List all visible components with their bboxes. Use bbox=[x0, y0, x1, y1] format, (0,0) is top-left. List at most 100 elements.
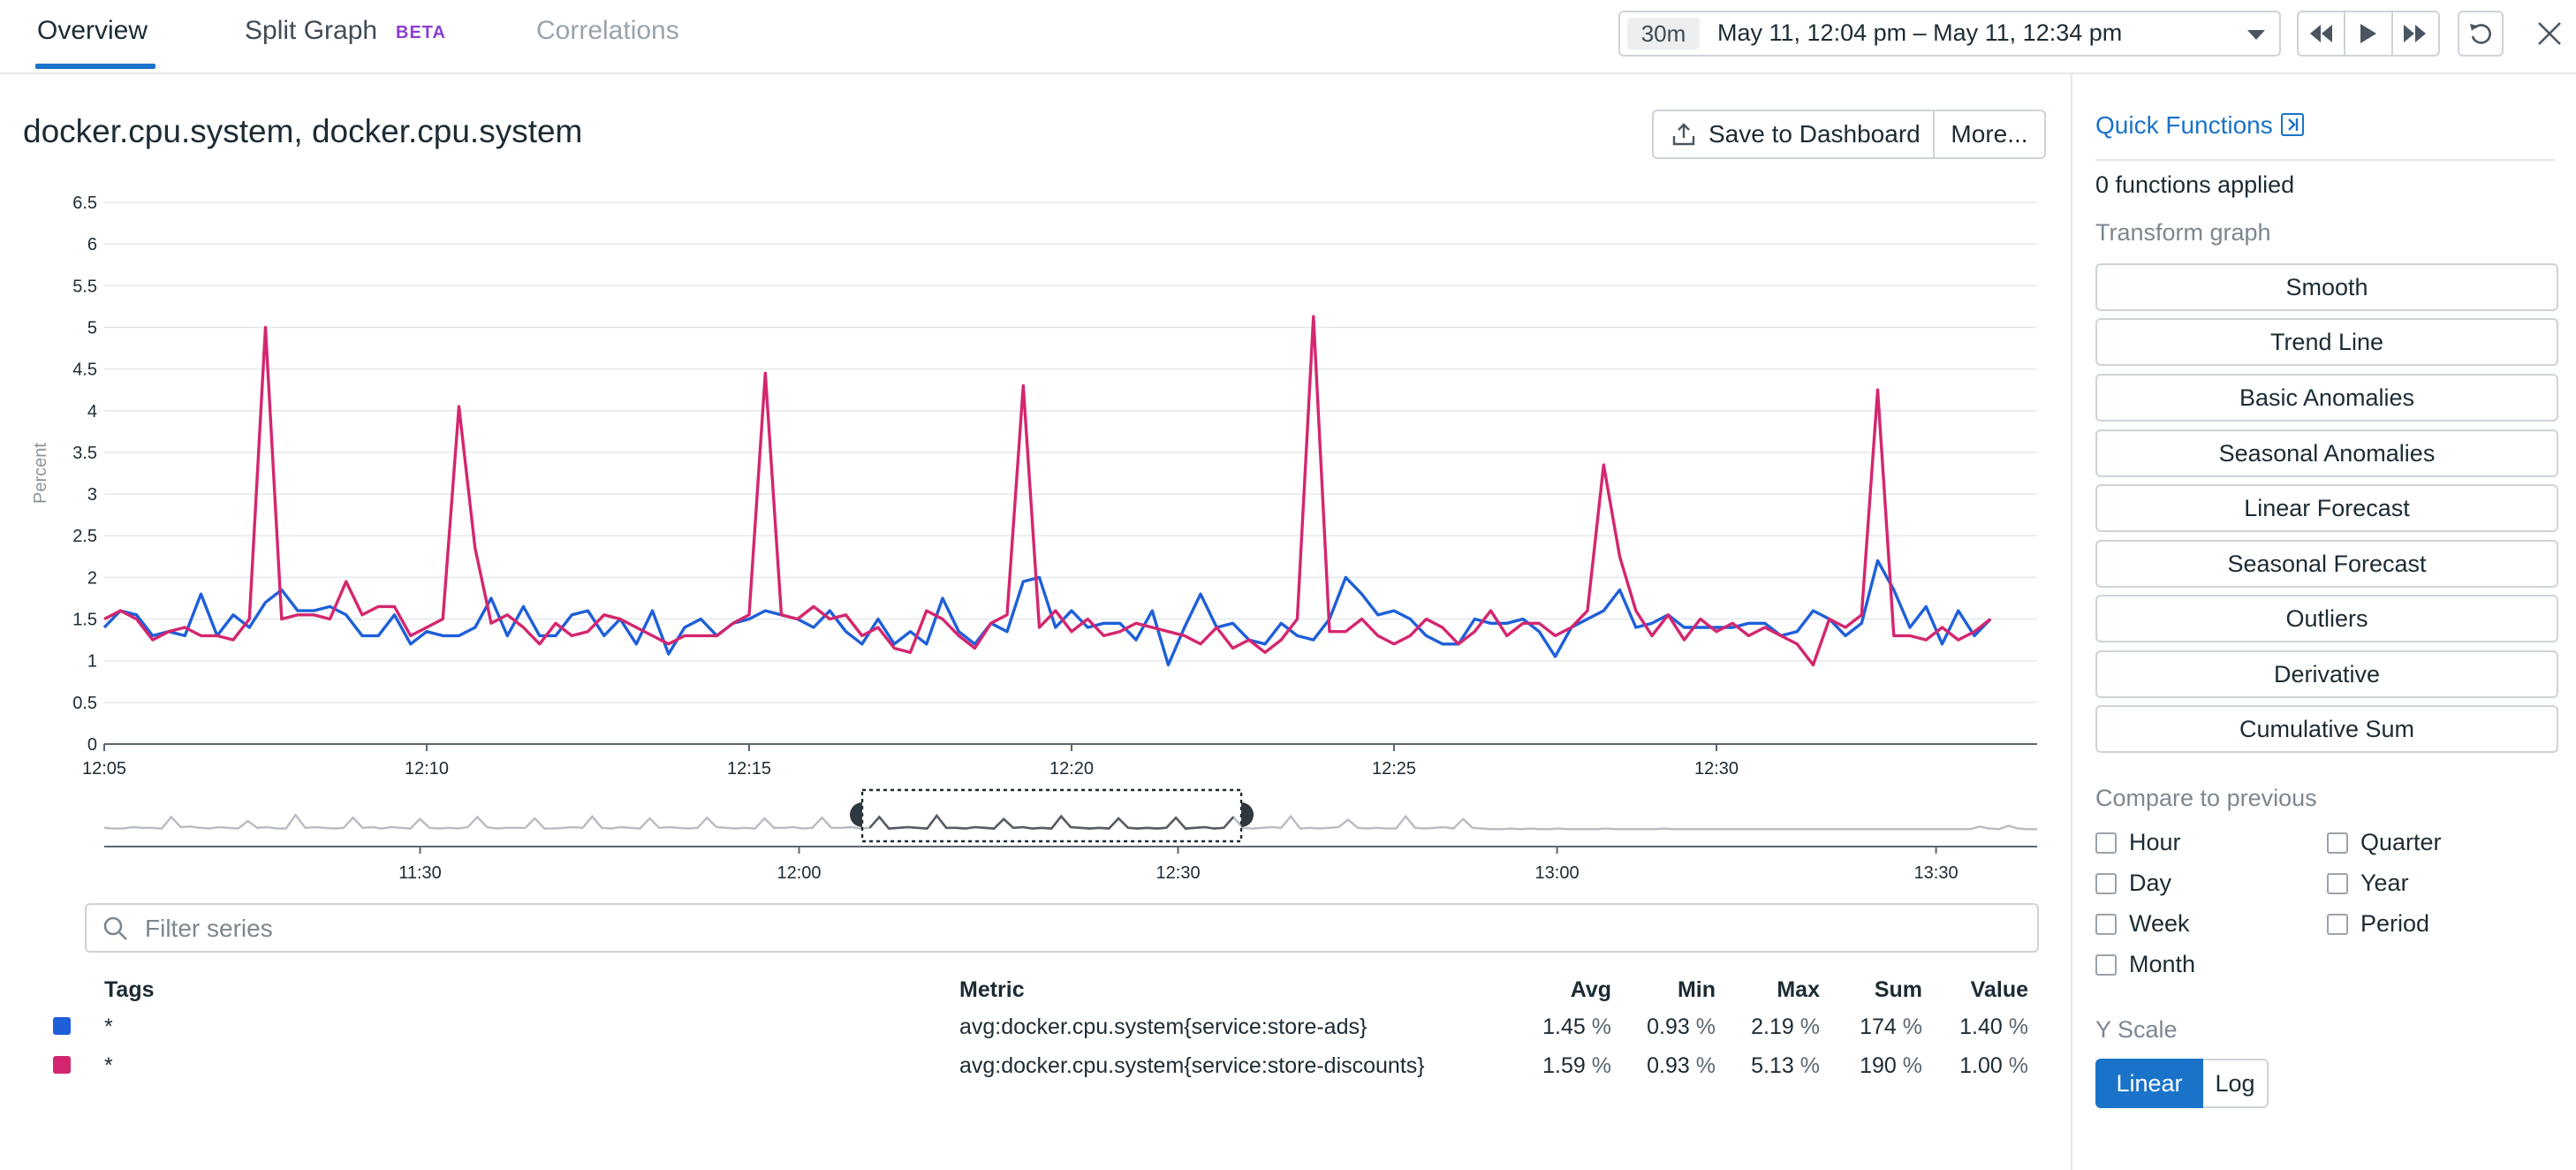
quick-functions-title[interactable]: Quick Functions bbox=[2095, 111, 2273, 140]
y-tick-label: 1.5 bbox=[72, 611, 97, 630]
y-tick-label: 6.5 bbox=[72, 194, 97, 213]
quick-functions-sidebar: Quick Functions 0 functions applied Tran… bbox=[2071, 72, 2576, 1170]
row-min: 0.93 bbox=[1647, 1014, 1690, 1039]
x-tick-label: 12:15 bbox=[727, 759, 771, 778]
function-seasonal-anomalies-button[interactable]: Seasonal Anomalies bbox=[2095, 429, 2558, 477]
compare-hour-label: Hour bbox=[2129, 829, 2181, 855]
overview-x-tick-label: 13:00 bbox=[1535, 863, 1580, 883]
y-scale-linear-button[interactable]: Linear bbox=[2095, 1059, 2203, 1108]
overview-x-tick-label: 13:30 bbox=[1914, 863, 1959, 883]
row-value: 1.00 bbox=[1959, 1053, 2003, 1078]
x-tick-label: 12:10 bbox=[405, 759, 449, 778]
header-sum[interactable]: Sum bbox=[1830, 977, 1922, 1003]
function-smooth-button[interactable]: Smooth bbox=[2095, 263, 2558, 311]
row-max: 5.13 bbox=[1751, 1053, 1794, 1078]
y-scale-toggle: Linear Log bbox=[2095, 1059, 2269, 1108]
checkbox-box[interactable] bbox=[2327, 872, 2348, 894]
filter-series-input[interactable] bbox=[143, 910, 2002, 947]
compare-week-checkbox[interactable]: Week bbox=[2095, 910, 2190, 938]
row-sum-unit: % bbox=[1902, 1053, 1922, 1078]
selection-handle-left[interactable] bbox=[850, 802, 863, 827]
series-color-swatch[interactable] bbox=[53, 1017, 71, 1035]
timeseries-chart[interactable]: 0 0.5 1 1.5 2 2.5 3 3.5 4 4.5 5 5.5 6 6.5 12:05 12:10 12… bbox=[0, 177, 2058, 778]
header-metric: Metric bbox=[959, 977, 1025, 1002]
x-tick-label: 12:30 bbox=[1694, 759, 1739, 778]
row-max-unit: % bbox=[1799, 1014, 1820, 1039]
play-button[interactable] bbox=[2345, 12, 2393, 55]
checkbox-box[interactable] bbox=[2095, 953, 2117, 976]
compare-year-checkbox[interactable]: Year bbox=[2327, 870, 2409, 897]
x-tick-label: 12:25 bbox=[1372, 759, 1416, 778]
selection-handle-right[interactable] bbox=[1241, 802, 1254, 827]
row-sum: 190 bbox=[1860, 1053, 1897, 1078]
play-icon bbox=[2360, 24, 2376, 43]
overview-x-tick-label: 12:30 bbox=[1156, 863, 1201, 883]
y-tick-label: 4.5 bbox=[72, 361, 97, 380]
compare-quarter-checkbox[interactable]: Quarter bbox=[2327, 829, 2442, 856]
function-seasonal-forecast-button[interactable]: Seasonal Forecast bbox=[2095, 540, 2558, 588]
compare-month-checkbox[interactable]: Month bbox=[2095, 951, 2195, 978]
y-scale-label: Y Scale bbox=[2095, 1016, 2178, 1043]
series-color-swatch[interactable] bbox=[53, 1056, 71, 1074]
y-tick-label: 2 bbox=[87, 568, 97, 588]
compare-hour-checkbox[interactable]: Hour bbox=[2095, 829, 2181, 856]
function-derivative-button[interactable]: Derivative bbox=[2095, 650, 2558, 698]
function-basic-anomalies-button[interactable]: Basic Anomalies bbox=[2095, 374, 2558, 422]
beta-badge: BETA bbox=[396, 23, 446, 42]
close-button[interactable] bbox=[2528, 12, 2571, 55]
filter-series[interactable] bbox=[85, 903, 2039, 953]
row-max-unit: % bbox=[1799, 1053, 1820, 1078]
upload-icon bbox=[1672, 123, 1695, 146]
checkbox-box[interactable] bbox=[2327, 832, 2348, 854]
more-button[interactable]: More... bbox=[1933, 110, 2046, 159]
tab-split-graph[interactable]: Split Graph bbox=[245, 16, 377, 46]
tab-overview[interactable]: Overview bbox=[37, 16, 148, 46]
function-linear-forecast-button[interactable]: Linear Forecast bbox=[2095, 484, 2558, 532]
save-to-dashboard-label: Save to Dashboard bbox=[1708, 120, 1921, 148]
function-outliers-button[interactable]: Outliers bbox=[2095, 595, 2558, 642]
selection-window[interactable] bbox=[860, 788, 1243, 843]
compare-month-label: Month bbox=[2129, 951, 2196, 977]
time-range-picker[interactable]: 30m May 11, 12:04 pm – May 11, 12:34 pm bbox=[1618, 11, 2281, 57]
chevron-down-icon[interactable] bbox=[2247, 30, 2265, 40]
checkbox-box[interactable] bbox=[2095, 872, 2117, 894]
transform-graph-label: Transform graph bbox=[2095, 219, 2271, 246]
save-to-dashboard-button[interactable]: Save to Dashboard bbox=[1652, 110, 1935, 159]
y-tick-label: 1 bbox=[87, 652, 97, 672]
top-bar: Overview Split Graph BETA Correlations 3… bbox=[0, 0, 2576, 74]
function-trend-line-button[interactable]: Trend Line bbox=[2095, 318, 2558, 366]
reset-icon bbox=[2470, 24, 2491, 44]
search-icon bbox=[103, 916, 127, 940]
compare-day-checkbox[interactable]: Day bbox=[2095, 870, 2171, 897]
y-tick-label: 0.5 bbox=[72, 694, 97, 713]
row-value-unit: % bbox=[2008, 1014, 2028, 1039]
checkbox-box[interactable] bbox=[2095, 913, 2117, 935]
collapse-panel-icon[interactable] bbox=[2281, 113, 2304, 136]
time-range-overview[interactable]: 11:30 12:00 12:30 13:00 13:30 bbox=[0, 778, 2058, 884]
fast-forward-button[interactable] bbox=[2393, 12, 2438, 55]
functions-applied-count: 0 functions applied bbox=[2095, 171, 2295, 198]
tab-correlations[interactable]: Correlations bbox=[536, 16, 679, 46]
header-max[interactable]: Max bbox=[1728, 977, 1820, 1003]
compare-year-label: Year bbox=[2360, 870, 2409, 896]
rewind-button[interactable] bbox=[2299, 12, 2346, 55]
compare-period-label: Period bbox=[2360, 910, 2430, 937]
row-avg: 1.59 bbox=[1542, 1053, 1586, 1078]
series-line[interactable] bbox=[102, 558, 1992, 667]
row-metric: avg:docker.cpu.system{service:store-ads} bbox=[959, 1014, 1368, 1039]
row-avg-unit: % bbox=[1591, 1014, 1611, 1039]
overview-x-tick-label: 11:30 bbox=[398, 863, 442, 883]
checkbox-box[interactable] bbox=[2095, 832, 2117, 854]
y-scale-log-button[interactable]: Log bbox=[2203, 1059, 2269, 1108]
checkbox-box[interactable] bbox=[2327, 913, 2348, 935]
row-max: 2.19 bbox=[1751, 1014, 1794, 1039]
time-range-text: May 11, 12:04 pm – May 11, 12:34 pm bbox=[1717, 19, 2123, 46]
row-metric: avg:docker.cpu.system{service:store-disc… bbox=[959, 1053, 1425, 1078]
function-cumulative-sum-button[interactable]: Cumulative Sum bbox=[2095, 705, 2558, 753]
header-value[interactable]: Value bbox=[1936, 977, 2028, 1003]
reset-button[interactable] bbox=[2458, 11, 2504, 57]
y-tick-label: 2.5 bbox=[72, 527, 97, 546]
header-min[interactable]: Min bbox=[1624, 977, 1716, 1003]
header-avg[interactable]: Avg bbox=[1519, 977, 1611, 1003]
compare-period-checkbox[interactable]: Period bbox=[2327, 910, 2429, 938]
